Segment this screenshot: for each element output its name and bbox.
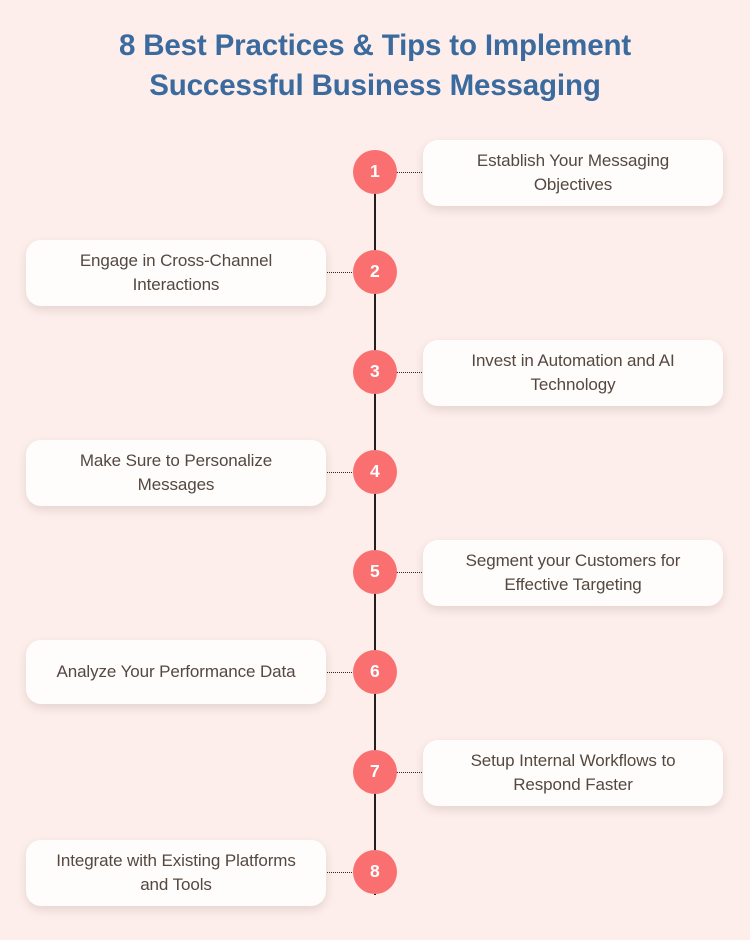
step-number: 3	[370, 361, 380, 382]
step-card[interactable]: Segment your Customers for Effective Tar…	[423, 540, 723, 607]
step-marker-circle[interactable]: 8	[353, 850, 397, 894]
step-card-label: Integrate with Existing Platforms and To…	[56, 851, 296, 895]
timeline-step: 5 Segment your Customers for Effective Ta…	[0, 540, 750, 640]
step-card-label: Segment your Customers for Effective Tar…	[465, 551, 681, 595]
step-connector-dotted-line	[396, 171, 426, 173]
step-number: 5	[370, 561, 380, 582]
step-number: 7	[370, 761, 380, 782]
step-card[interactable]: Make Sure to Personalize Messages	[26, 440, 326, 507]
timeline-step: 3 Invest in Automation and AI Technology	[0, 340, 750, 440]
page-title-container: 8 Best Practices & Tips to Implement Suc…	[0, 26, 750, 106]
step-card-label: Setup Internal Workflows to Respond Fast…	[470, 751, 676, 795]
timeline-step: 4 Make Sure to Personalize Messages	[0, 440, 750, 540]
step-marker-circle[interactable]: 3	[353, 350, 397, 394]
step-marker-circle[interactable]: 6	[353, 650, 397, 694]
step-card[interactable]: Engage in Cross-Channel Interactions	[26, 240, 326, 307]
step-number: 1	[370, 161, 380, 182]
page-title: 8 Best Practices & Tips to Implement Suc…	[118, 29, 632, 103]
step-connector-dotted-line	[324, 871, 354, 873]
step-card-label: Engage in Cross-Channel Interactions	[79, 251, 273, 295]
step-card-label: Establish Your Messaging Objectives	[476, 151, 670, 195]
timeline-step: 1 Establish Your Messaging Objectives	[0, 140, 750, 240]
step-connector-dotted-line	[396, 371, 426, 373]
timeline-step: 2 Engage in Cross-Channel Interactions	[0, 240, 750, 340]
step-card[interactable]: Invest in Automation and AI Technology	[423, 340, 723, 407]
timeline: 1 Establish Your Messaging Objectives 2 Eng…	[0, 140, 750, 930]
step-connector-dotted-line	[324, 271, 354, 273]
step-connector-dotted-line	[324, 471, 354, 473]
step-card-label: Analyze Your Performance Data	[56, 661, 296, 681]
timeline-step: 7 Setup Internal Workflows to Respond Fas…	[0, 740, 750, 840]
step-card[interactable]: Setup Internal Workflows to Respond Fast…	[423, 740, 723, 807]
step-marker-circle[interactable]: 5	[353, 550, 397, 594]
step-connector-dotted-line	[396, 771, 426, 773]
step-card[interactable]: Integrate with Existing Platforms and To…	[26, 840, 326, 907]
step-marker-circle[interactable]: 2	[353, 250, 397, 294]
step-connector-dotted-line	[396, 571, 426, 573]
step-card[interactable]: Analyze Your Performance Data	[26, 640, 326, 704]
step-marker-circle[interactable]: 7	[353, 750, 397, 794]
step-number: 4	[370, 461, 380, 482]
step-card-label: Make Sure to Personalize Messages	[79, 451, 273, 495]
timeline-step: 8 Integrate with Existing Platforms and T…	[0, 840, 750, 940]
step-marker-circle[interactable]: 1	[353, 150, 397, 194]
step-number: 6	[370, 661, 380, 682]
step-number: 2	[370, 261, 380, 282]
step-marker-circle[interactable]: 4	[353, 450, 397, 494]
timeline-step: 6 Analyze Your Performance Data	[0, 640, 750, 740]
step-card-label: Invest in Automation and AI Technology	[471, 351, 675, 395]
step-card[interactable]: Establish Your Messaging Objectives	[423, 140, 723, 207]
step-number: 8	[370, 861, 380, 882]
step-connector-dotted-line	[324, 671, 354, 673]
